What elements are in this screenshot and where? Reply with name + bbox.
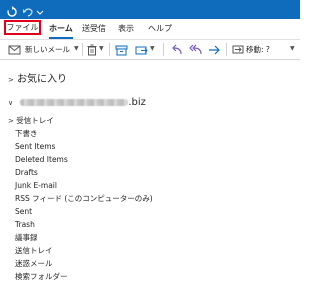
tab-view[interactable]: 表示 (118, 21, 134, 36)
tab-send-receive[interactable]: 送受信 (82, 21, 106, 36)
tab-home[interactable]: ホーム (49, 21, 73, 39)
reply-all-button[interactable] (188, 42, 203, 57)
chevron-right-icon: > (8, 117, 14, 125)
reply-button[interactable] (170, 42, 183, 57)
folder-move-icon (135, 46, 148, 55)
ribbon-tabs: ファイル ホーム 送受信 表示 ヘルプ (0, 19, 300, 40)
chevron-right-icon: > (8, 76, 14, 84)
folder-item-junk-jp[interactable]: 迷惑メール (15, 258, 53, 270)
folder-item-inbox[interactable]: > 受信トレイ (8, 115, 54, 127)
favorites-header[interactable]: > お気に入り (8, 70, 67, 85)
folder-item-outbox[interactable]: 送信トレイ (15, 245, 53, 257)
chevron-down-icon: ∨ (8, 99, 14, 107)
new-mail-label: 新しいメール (25, 45, 70, 54)
reply-icon (172, 44, 182, 55)
folder-item-rss-feeds[interactable]: RSS フィード (このコンピューターのみ) (15, 193, 153, 205)
folder-item-search-folders[interactable]: 検索フォルダー (15, 271, 68, 283)
trash-icon (87, 44, 97, 56)
account-domain-suffix: .biz (128, 97, 146, 108)
forward-icon (209, 45, 220, 55)
toolbar-divider (163, 43, 164, 56)
chevron-down-icon[interactable]: ▼ (99, 45, 104, 52)
folder-item-junk-email[interactable]: Junk E-mail (15, 180, 57, 192)
folder-item-trash[interactable]: Trash (15, 219, 35, 231)
move-label: 移動: ? (246, 45, 270, 54)
redacted-account-name (20, 98, 129, 106)
folder-label: 受信トレイ (16, 116, 54, 125)
delete-button[interactable]: ▼ (86, 42, 104, 57)
folder-item-deleted-items[interactable]: Deleted Items (15, 154, 68, 166)
folder-item-sent-items[interactable]: Sent Items (15, 141, 55, 153)
toolbar-divider (226, 43, 227, 56)
archive-icon (115, 45, 128, 56)
envelope-icon (8, 45, 21, 55)
chevron-down-icon[interactable]: ▼ (150, 45, 155, 52)
toolbar-divider (109, 43, 110, 56)
folder-item-drafts-jp[interactable]: 下書き (15, 128, 38, 140)
tab-file[interactable]: ファイル (4, 20, 41, 35)
account-header[interactable]: ∨ .biz (8, 96, 146, 110)
folder-item-minutes[interactable]: 議事録 (15, 232, 38, 244)
folder-pane: > お気に入り ∨ .biz > 受信トレイ 下書き Sent Items De… (0, 60, 300, 291)
folder-icon (232, 45, 244, 54)
chevron-down-icon[interactable]: ▼ (74, 45, 79, 52)
folder-item-sent[interactable]: Sent (15, 206, 32, 218)
favorites-label: お気に入り (17, 74, 68, 85)
ribbon-toolbar: 新しいメール ▼ ▼ ▼ 移動: ? ▼ (0, 40, 300, 60)
tab-help[interactable]: ヘルプ (148, 21, 172, 36)
chevron-down-icon[interactable]: ▼ (290, 45, 295, 52)
folder-item-drafts[interactable]: Drafts (15, 167, 38, 179)
archive-button[interactable] (115, 42, 128, 57)
title-bar (0, 0, 300, 19)
move-to-folder-button[interactable]: ▼ (135, 42, 155, 57)
forward-button[interactable] (208, 42, 221, 57)
reply-all-icon (189, 44, 202, 55)
toolbar-divider (82, 43, 83, 56)
